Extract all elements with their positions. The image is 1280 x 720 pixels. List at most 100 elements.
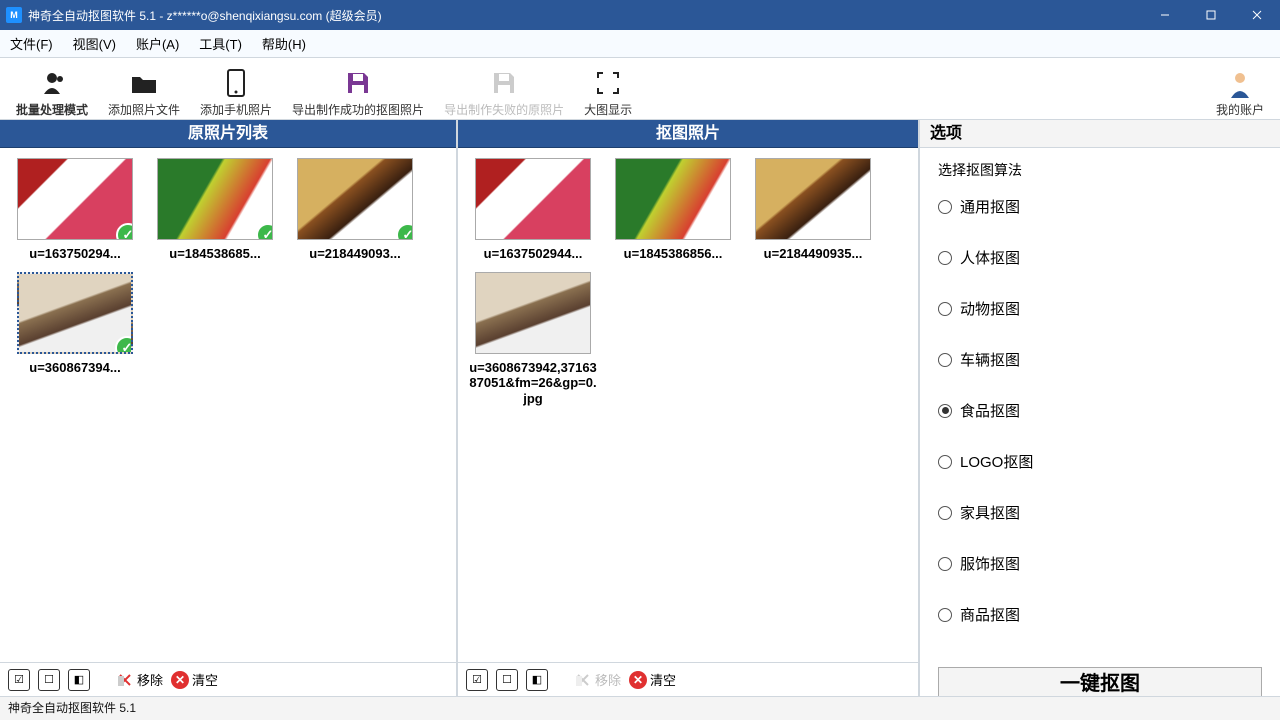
algorithm-section-label: 选择抠图算法	[938, 160, 1262, 180]
original-thumb[interactable]: ✓u=184538685...	[150, 158, 280, 262]
big-view-button[interactable]: 大图显示	[574, 60, 642, 118]
thumb-label: u=3608673942,3716387051&fm=26&gp=0.jpg	[468, 360, 598, 407]
algorithm-option[interactable]: 通用抠图	[938, 196, 1262, 217]
algorithm-option[interactable]: 人体抠图	[938, 247, 1262, 268]
batch-label: 批量处理模式	[16, 101, 88, 118]
radio-icon	[938, 608, 952, 622]
original-photos-panel: 原照片列表 ✓u=163750294...✓u=184538685...✓u=2…	[0, 120, 458, 696]
app-icon: M	[6, 7, 22, 23]
thumb-image	[475, 272, 591, 354]
algorithm-option[interactable]: 服饰抠图	[938, 553, 1262, 574]
radio-label: 车辆抠图	[960, 349, 1020, 370]
invert-select-icon-r[interactable]: ◧	[526, 669, 548, 691]
thumb-image	[755, 158, 871, 240]
thumb-image: ✓	[17, 158, 133, 240]
radio-icon	[938, 506, 952, 520]
result-panel-footer: ☑ ☐ ◧ 移除 ✕ 清空	[458, 662, 918, 696]
statusbar: 神奇全自动抠图软件 5.1	[0, 696, 1280, 720]
batch-mode-button[interactable]: 批量处理模式	[6, 60, 98, 118]
thumb-label: u=1845386856...	[608, 246, 738, 262]
check-badge-icon: ✓	[116, 223, 133, 240]
export-ok-label: 导出制作成功的抠图照片	[292, 101, 424, 118]
algorithm-option[interactable]: 家具抠图	[938, 502, 1262, 523]
radio-label: 家具抠图	[960, 502, 1020, 523]
clear-icon-r: ✕	[629, 671, 647, 689]
remove-button-left[interactable]: 移除	[116, 670, 163, 689]
remove-icon	[116, 671, 134, 689]
radio-icon	[938, 200, 952, 214]
radio-icon	[938, 251, 952, 265]
check-badge-icon: ✓	[115, 336, 133, 354]
menu-help[interactable]: 帮助(H)	[262, 34, 306, 53]
clear-button-right[interactable]: ✕ 清空	[629, 670, 676, 689]
add-phone-button[interactable]: 添加手机照片	[190, 60, 282, 118]
thumb-image: ✓	[297, 158, 413, 240]
close-button[interactable]	[1234, 0, 1280, 30]
export-ok-button[interactable]: 导出制作成功的抠图照片	[282, 60, 434, 118]
add-file-button[interactable]: 添加照片文件	[98, 60, 190, 118]
maximize-button[interactable]	[1188, 0, 1234, 30]
menu-account[interactable]: 账户(A)	[136, 34, 179, 53]
result-thumb[interactable]: u=1637502944...	[468, 158, 598, 262]
thumb-image	[615, 158, 731, 240]
result-thumb[interactable]: u=1845386856...	[608, 158, 738, 262]
add-phone-label: 添加手机照片	[200, 101, 272, 118]
thumb-label: u=184538685...	[150, 246, 280, 262]
radio-icon	[938, 455, 952, 469]
algorithm-option[interactable]: 车辆抠图	[938, 349, 1262, 370]
result-thumb-grid: u=1637502944... u=1845386856... u=21844909…	[458, 148, 918, 662]
content-area: 原照片列表 ✓u=163750294...✓u=184538685...✓u=2…	[0, 120, 1280, 696]
big-view-label: 大图显示	[584, 101, 632, 118]
options-header: 选项	[920, 120, 1280, 148]
original-panel-footer: ☑ ☐ ◧ 移除 ✕ 清空	[0, 662, 456, 696]
remove-button-right: 移除	[574, 670, 621, 689]
clear-icon: ✕	[171, 671, 189, 689]
remove-icon-r	[574, 671, 592, 689]
invert-select-icon[interactable]: ◧	[68, 669, 90, 691]
status-text: 神奇全自动抠图软件 5.1	[8, 701, 136, 715]
select-none-icon[interactable]: ☐	[38, 669, 60, 691]
menu-file[interactable]: 文件(F)	[10, 34, 53, 53]
folder-icon	[128, 67, 160, 99]
original-thumb[interactable]: ✓ u=218449093...	[290, 158, 420, 262]
thumb-label: u=360867394...	[10, 360, 140, 376]
check-badge-icon: ✓	[396, 223, 413, 240]
radio-label: 通用抠图	[960, 196, 1020, 217]
minimize-button[interactable]	[1142, 0, 1188, 30]
algorithm-option[interactable]: 食品抠图	[938, 400, 1262, 421]
result-thumb[interactable]: u=2184490935...	[748, 158, 878, 262]
clear-button-left[interactable]: ✕ 清空	[171, 670, 218, 689]
thumb-label: u=1637502944...	[468, 246, 598, 262]
export-fail-label: 导出制作失败的原照片	[444, 101, 564, 118]
save-icon	[342, 67, 374, 99]
algorithm-radio-group: 通用抠图人体抠图动物抠图车辆抠图食品抠图 LOGO抠图家具抠图服饰抠图商品抠图	[938, 196, 1262, 625]
radio-label: 服饰抠图	[960, 553, 1020, 574]
result-panel-header: 抠图照片	[458, 120, 918, 148]
radio-icon	[938, 557, 952, 571]
original-thumb[interactable]: ✓ u=360867394...	[10, 272, 140, 376]
select-none-icon-r[interactable]: ☐	[496, 669, 518, 691]
radio-label: 食品抠图	[960, 400, 1020, 421]
algorithm-option[interactable]: 商品抠图	[938, 604, 1262, 625]
original-thumb-grid: ✓u=163750294...✓u=184538685...✓u=2184490…	[0, 148, 456, 662]
result-photos-panel: 抠图照片 u=1637502944... u=1845386856... u=218…	[458, 120, 920, 696]
menu-tools[interactable]: 工具(T)	[199, 34, 242, 53]
menu-view[interactable]: 视图(V)	[73, 34, 116, 53]
avatar-icon	[1224, 67, 1256, 99]
thumb-image: ✓	[17, 272, 133, 354]
select-all-icon[interactable]: ☑	[8, 669, 30, 691]
algorithm-option[interactable]: LOGO抠图	[938, 451, 1262, 472]
export-fail-button: 导出制作失败的原照片	[434, 60, 574, 118]
original-thumb[interactable]: ✓u=163750294...	[10, 158, 140, 262]
algorithm-option[interactable]: 动物抠图	[938, 298, 1262, 319]
radio-label: LOGO抠图	[960, 451, 1033, 472]
radio-icon	[938, 302, 952, 316]
result-thumb[interactable]: u=3608673942,3716387051&fm=26&gp=0.jpg	[468, 272, 598, 407]
select-all-icon-r[interactable]: ☑	[466, 669, 488, 691]
thumb-label: u=218449093...	[290, 246, 420, 262]
my-account-button[interactable]: 我的账户	[1206, 60, 1274, 118]
radio-label: 人体抠图	[960, 247, 1020, 268]
radio-icon	[938, 404, 952, 418]
radio-icon	[938, 353, 952, 367]
save-fail-icon	[488, 67, 520, 99]
